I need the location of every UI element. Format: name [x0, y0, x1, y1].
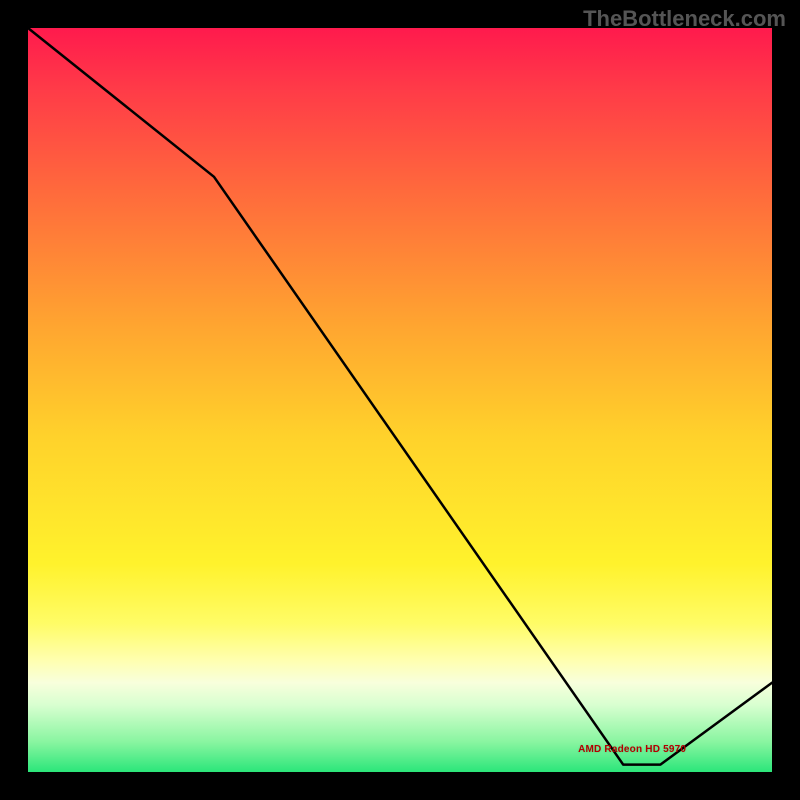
- chart-line-layer: [28, 28, 772, 772]
- gpu-annotation: AMD Radeon HD 5970: [578, 744, 686, 755]
- watermark-text: TheBottleneck.com: [583, 6, 786, 32]
- chart-plot-area: AMD Radeon HD 5970: [28, 28, 772, 772]
- bottleneck-curve: [28, 28, 772, 765]
